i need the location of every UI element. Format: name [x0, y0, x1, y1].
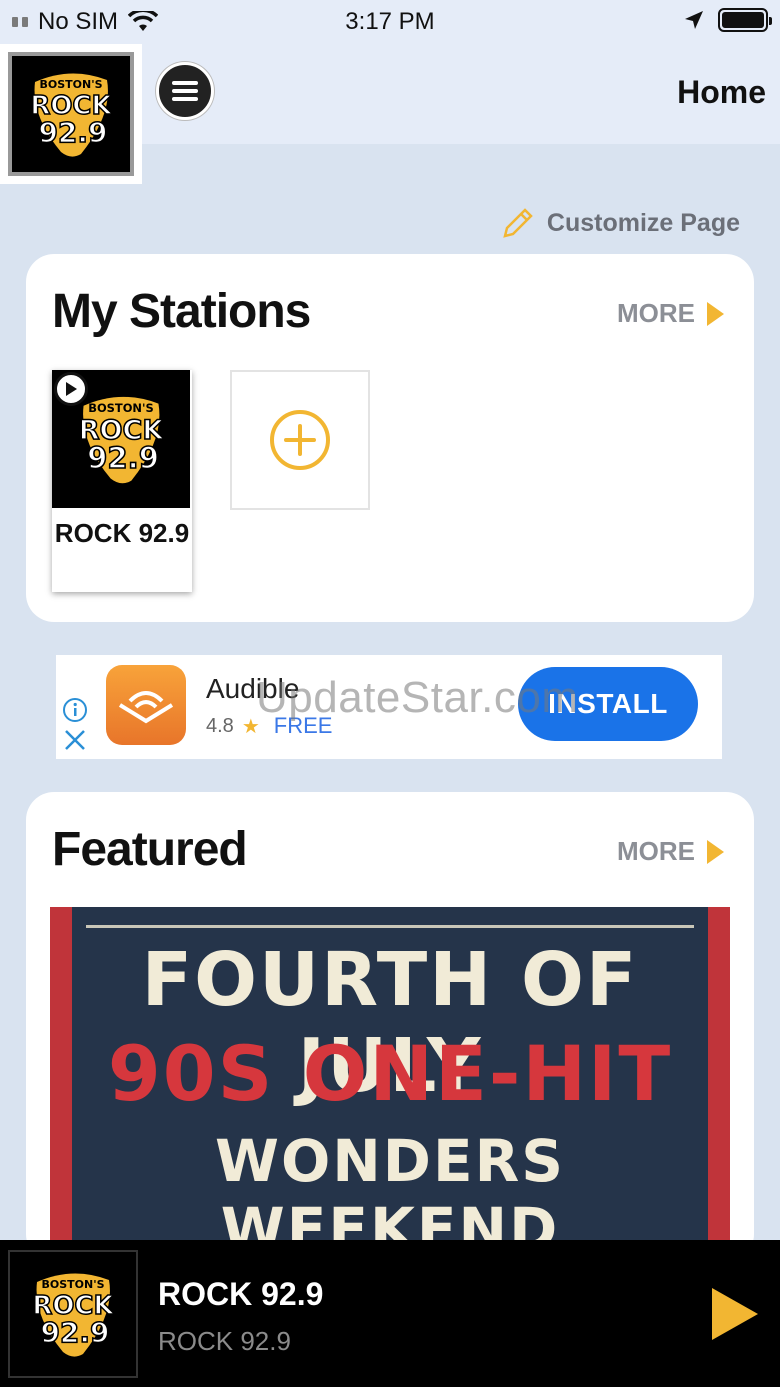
- svg-text:92.9: 92.9: [38, 116, 107, 149]
- more-arrow-icon: [707, 301, 724, 326]
- status-right: [684, 8, 772, 32]
- app-header: BOSTON'S ROCK 92.9 Home: [0, 44, 780, 184]
- ad-rating-value: 4.8: [206, 714, 234, 737]
- pencil-icon: [503, 208, 533, 238]
- my-stations-title: My Stations: [52, 285, 311, 338]
- plus-circle-icon: [270, 410, 330, 470]
- my-stations-card: My Stations MORE BOSTON'S ROCK 92.9 ROCK…: [26, 254, 754, 622]
- featured-title: Featured: [52, 823, 248, 876]
- station-image: BOSTON'S ROCK 92.9: [52, 370, 190, 508]
- battery-icon: [718, 8, 772, 32]
- player-subtitle: ROCK 92.9: [158, 1326, 291, 1356]
- rock-929-logo-icon: BOSTON'S ROCK 92.9: [30, 73, 113, 157]
- station-logo[interactable]: BOSTON'S ROCK 92.9: [0, 44, 142, 184]
- add-station-button[interactable]: [230, 370, 370, 510]
- customize-page-link[interactable]: Customize Page: [501, 206, 740, 240]
- svg-text:92.9: 92.9: [40, 1316, 109, 1349]
- customize-label: Customize Page: [546, 208, 740, 237]
- ad-banner[interactable]: Audible 4.8 ★ FREE INSTALL UpdateStar.co…: [56, 655, 722, 759]
- featured-card: Featured MORE FOURTH OF JULY 90S ONE-HIT…: [26, 792, 754, 1267]
- svg-text:92.9: 92.9: [87, 441, 159, 475]
- player-station-logo: BOSTON'S ROCK 92.9: [8, 1250, 138, 1378]
- rock-929-logo-icon: BOSTON'S ROCK 92.9: [78, 396, 165, 484]
- info-icon[interactable]: [62, 697, 88, 723]
- close-icon[interactable]: [62, 727, 88, 753]
- svg-text:BOSTON'S: BOSTON'S: [88, 401, 154, 415]
- svg-text:BOSTON'S: BOSTON'S: [39, 78, 102, 91]
- ad-app-name: Audible: [206, 673, 300, 704]
- star-icon: ★: [241, 715, 260, 738]
- hamburger-icon: [172, 81, 198, 101]
- menu-button[interactable]: [156, 62, 214, 120]
- clock: 3:17 PM: [345, 8, 435, 35]
- station-tile[interactable]: BOSTON'S ROCK 92.9 ROCK 92.9: [52, 370, 192, 592]
- banner-rule: [86, 925, 694, 928]
- banner-line-2: 90S ONE-HIT: [107, 1029, 673, 1118]
- svg-text:BOSTON'S: BOSTON'S: [41, 1278, 104, 1291]
- play-button[interactable]: [712, 1288, 758, 1340]
- more-label: MORE: [617, 298, 695, 328]
- page-title: Home: [677, 74, 766, 110]
- play-icon[interactable]: [54, 372, 88, 406]
- location-arrow-icon: [685, 11, 703, 29]
- featured-banner[interactable]: FOURTH OF JULY 90S ONE-HIT WONDERS WEEKE…: [50, 907, 730, 1267]
- station-name: ROCK 92.9: [54, 518, 190, 548]
- now-playing-bar[interactable]: BOSTON'S ROCK 92.9 ROCK 92.9 ROCK 92.9: [0, 1240, 780, 1387]
- player-title: ROCK 92.9: [158, 1276, 324, 1312]
- my-stations-more-button[interactable]: MORE: [617, 298, 724, 329]
- audible-app-icon: [106, 665, 186, 745]
- ad-price: FREE: [273, 713, 333, 738]
- rock-929-logo-icon: BOSTON'S ROCK 92.9: [32, 1273, 115, 1357]
- ad-rating: 4.8 ★ FREE: [206, 713, 332, 739]
- more-arrow-icon: [707, 839, 724, 864]
- featured-more-button[interactable]: MORE: [617, 836, 724, 867]
- status-bar: No SIM 3:17 PM: [0, 0, 780, 44]
- install-button[interactable]: INSTALL: [518, 667, 698, 741]
- more-label: MORE: [617, 836, 695, 866]
